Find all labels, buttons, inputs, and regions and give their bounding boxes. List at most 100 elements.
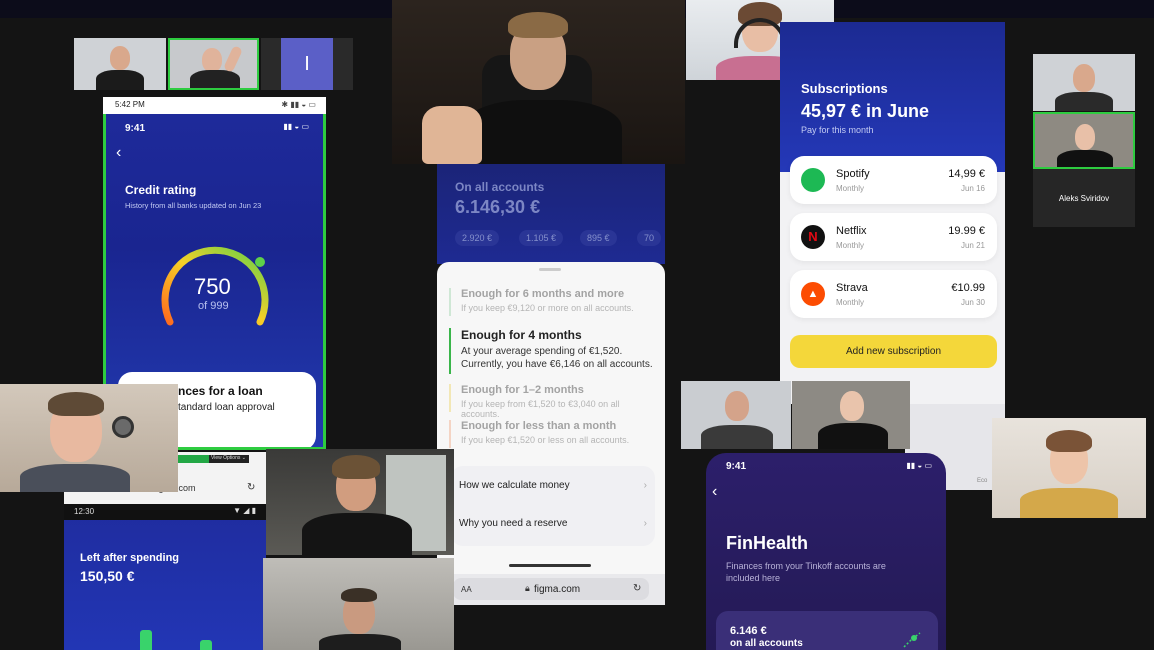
phone-time: 9:41 xyxy=(125,123,146,134)
account-pill-1[interactable]: 2.920 € xyxy=(455,230,500,246)
finhealth-screen: 9:41 ▮▮ ◒ ▭ ‹ FinHealth Finances from yo… xyxy=(706,453,946,650)
status-icons-2: ▼ ◢ ▮ xyxy=(233,506,256,515)
loan-card-sub: tandard loan approval xyxy=(178,402,275,413)
sub-price: €10.99 xyxy=(951,282,985,294)
thumbnail-placeholder[interactable]: I xyxy=(261,38,353,90)
sub-date: Jun 30 xyxy=(960,298,985,307)
sub-price: 19.99 € xyxy=(948,225,985,237)
back-arrow-icon[interactable]: ‹ xyxy=(116,144,121,162)
account-pill-4[interactable]: 70 xyxy=(637,230,662,246)
option-sub: If you keep from €1,520 to €3,040 on all… xyxy=(461,399,620,419)
sub-name: Netflix xyxy=(836,225,867,237)
subscription-netflix[interactable]: N Netflix Monthly 19.99 € Jun 21 xyxy=(790,213,997,261)
main-speaker-video[interactable] xyxy=(392,0,685,164)
account-pill-text: 2.920 € xyxy=(462,233,493,243)
lock-icon: 🔒︎ xyxy=(525,583,530,593)
link-label: Why you need a reserve xyxy=(459,518,568,529)
reserve-option-3[interactable]: Enough for 1–2 months If you keep from €… xyxy=(449,384,659,419)
participant-video-aleks xyxy=(1033,112,1135,169)
thumbnail-video-1[interactable] xyxy=(74,38,166,90)
finhealth-sub: Finances from your Tinkoff accounts are … xyxy=(726,561,886,583)
sparkline-icon xyxy=(903,632,921,648)
sub-period: Monthly xyxy=(836,241,865,250)
subscriptions-screen: Subscriptions 45,97 € in June Pay for th… xyxy=(780,22,1005,404)
links-group: How we calculate money › Why you need a … xyxy=(451,466,655,546)
option-sub: At your average spending of €1,520. Curr… xyxy=(461,346,653,370)
view-options-button[interactable]: View Options ⌄ xyxy=(209,455,249,463)
credit-subtitle: History from all banks updated on Jun 23 xyxy=(125,201,262,210)
participant-video-woman[interactable] xyxy=(992,418,1146,518)
status-icons: ✱ ▮▮ ◒ ▭ xyxy=(281,100,316,109)
link-label: How we calculate money xyxy=(459,480,570,491)
home-indicator xyxy=(509,564,591,567)
bar-mark-2 xyxy=(200,640,212,650)
account-pill-text: 70 xyxy=(644,233,655,243)
accounts-total: 6.146,30 € xyxy=(455,197,541,217)
loan-card-title: nces for a loan xyxy=(178,384,263,398)
reserve-option-4[interactable]: Enough for less than a month If you keep… xyxy=(449,420,659,448)
text-size-button[interactable]: AA xyxy=(461,585,472,594)
spotify-icon xyxy=(801,168,825,192)
finhealth-card[interactable]: 6.146 € on all accounts xyxy=(716,611,938,650)
participant-video-mid-2[interactable] xyxy=(792,381,910,449)
browser-url[interactable]: figma.com xyxy=(534,584,580,595)
reload-icon[interactable]: ↻ xyxy=(633,583,641,594)
option-title: Enough for 6 months and more xyxy=(461,288,625,300)
back-arrow-icon[interactable]: ‹ xyxy=(712,483,717,501)
account-pill-2[interactable]: 1.105 € xyxy=(519,230,564,246)
credit-score: 750 xyxy=(194,274,231,299)
option-title: Enough for 4 months xyxy=(461,328,582,342)
sheet-handle[interactable] xyxy=(539,268,561,271)
safari-bar: AA 🔒︎ figma.com ↻ xyxy=(437,574,665,605)
finhealth-title: FinHealth xyxy=(726,533,809,553)
thumbnail-video-2[interactable] xyxy=(168,38,259,90)
option-sub: If you keep €1,520 or less on all accoun… xyxy=(461,435,630,445)
sub-period: Monthly xyxy=(836,184,865,193)
subscriptions-sub: Pay for this month xyxy=(801,125,874,135)
participant-video-mid-1[interactable] xyxy=(681,381,791,449)
sub-period: Monthly xyxy=(836,298,865,307)
phone-time-2: 12:30 xyxy=(74,507,95,516)
participant-name: Aleks Sviridov xyxy=(1058,194,1110,203)
reserve-option-2[interactable]: Enough for 4 months At your average spen… xyxy=(449,328,659,374)
participant-tile-aleks[interactable]: Aleks Sviridov xyxy=(1033,112,1135,227)
bar-mark-1 xyxy=(140,630,152,650)
strava-icon: ▲ xyxy=(801,282,825,306)
option-title: Enough for less than a month xyxy=(461,420,617,432)
participant-video-center[interactable] xyxy=(266,449,454,555)
sub-date: Jun 16 xyxy=(960,184,985,193)
left-after-amount: 150,50 € xyxy=(80,568,135,584)
sub-name: Spotify xyxy=(836,168,870,180)
subscriptions-amount: 45,97 € in June xyxy=(801,101,930,121)
sub-name: Strava xyxy=(836,282,868,294)
android-status-bar: 5:42 PM ✱ ▮▮ ◒ ▭ xyxy=(103,97,326,114)
reload-icon[interactable]: ↻ xyxy=(247,482,255,493)
participant-video-bottom[interactable] xyxy=(263,558,454,650)
left-after-screen: 12:30 ▼ ◢ ▮ Left after spending 150,50 € xyxy=(64,504,266,650)
credit-score-of: of 999 xyxy=(198,300,229,312)
add-subscription-label: Add new subscription xyxy=(845,346,942,357)
participant-video-right-1[interactable] xyxy=(1033,54,1135,111)
link-how-calculate[interactable]: How we calculate money › xyxy=(459,480,647,491)
account-pill-text: 1.105 € xyxy=(526,233,557,243)
chevron-right-icon: › xyxy=(643,518,647,529)
subscription-spotify[interactable]: Spotify Monthly 14,99 € Jun 16 xyxy=(790,156,997,204)
finhealth-card-label: on all accounts xyxy=(730,638,803,649)
participant-video-left[interactable] xyxy=(0,384,178,492)
account-pill-3[interactable]: 895 € xyxy=(580,230,617,246)
subscription-strava[interactable]: ▲ Strava Monthly €10.99 Jun 30 xyxy=(790,270,997,318)
subscriptions-title: Subscriptions xyxy=(801,81,888,96)
finhealth-card-amount: 6.146 € xyxy=(730,625,767,637)
chevron-right-icon: › xyxy=(643,480,647,491)
credit-title: Credit rating xyxy=(125,183,197,197)
link-why-reserve[interactable]: Why you need a reserve › xyxy=(459,518,647,529)
option-sub: If you keep €9,120 or more on all accoun… xyxy=(461,303,634,313)
placeholder-initial: I xyxy=(304,52,310,75)
status-time: 5:42 PM xyxy=(115,100,145,109)
reserve-option-1[interactable]: Enough for 6 months and more If you keep… xyxy=(449,288,659,316)
signal-icon: ▮▮ ◒ ▭ xyxy=(283,122,309,131)
bottom-fragment-label: Eco xyxy=(977,478,988,484)
account-pill-text: 895 € xyxy=(587,233,610,243)
add-subscription-button[interactable]: Add new subscription xyxy=(790,335,997,368)
signal-icon: ▮▮ ◒ ▭ xyxy=(906,461,932,470)
